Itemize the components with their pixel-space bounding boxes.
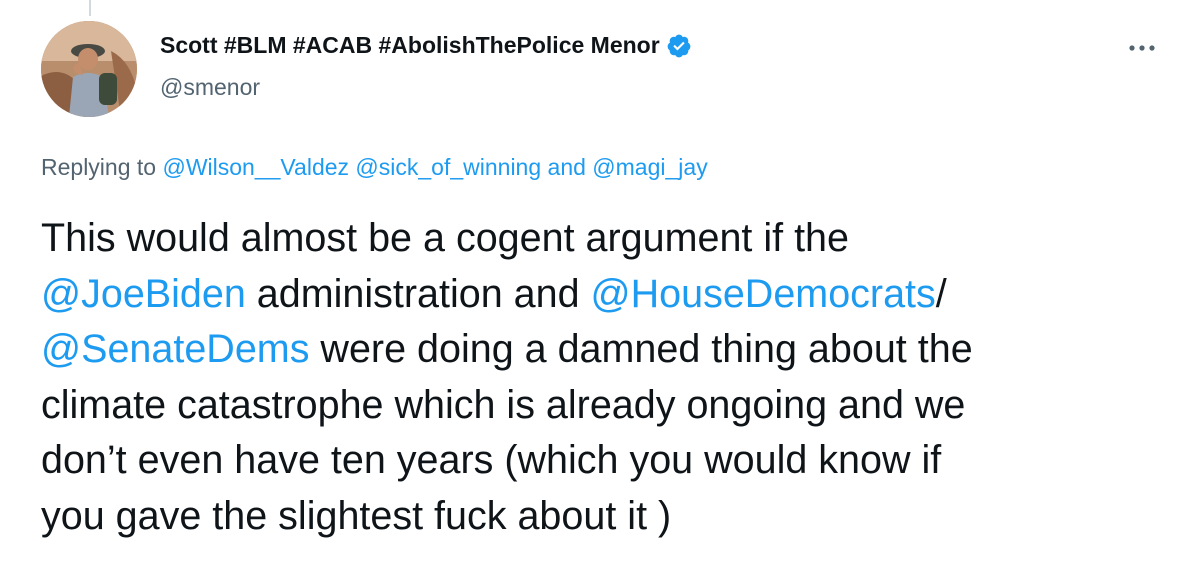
reply-mention-magi-jay[interactable]: @magi_jay [592, 154, 707, 180]
tweet-line-2: @JoeBiden administration and @HouseDemoc… [41, 267, 1161, 323]
mention-joebiden[interactable]: @JoeBiden [41, 272, 246, 316]
more-options-button[interactable] [1120, 30, 1164, 66]
replying-to-label: Replying to [41, 154, 157, 180]
mention-senatedems[interactable]: @SenateDems [41, 327, 309, 371]
tweet-line-3: @SenateDems were doing a damned thing ab… [41, 322, 1161, 378]
tweet-line-5: don’t even have ten years (which you wou… [41, 438, 942, 483]
avatar[interactable] [41, 21, 137, 117]
reply-conjunction[interactable]: and [548, 154, 586, 180]
avatar-image [41, 21, 137, 117]
reply-mention-wilson-valdez[interactable]: @Wilson__Valdez [162, 154, 349, 180]
tweet-line-2-text: administration and [245, 271, 591, 316]
tweet-line-3-text: were doing a damned thing about the [309, 327, 973, 372]
tweet-line-2-tail: / [935, 271, 947, 316]
tweet-line-4: climate catastrophe which is already ong… [41, 382, 966, 427]
tweet-line-6: you gave the slightest fuck about it ) [41, 493, 672, 538]
thread-connector-line [89, 0, 91, 16]
author-display-name[interactable]: Scott #BLM #ACAB #AbolishThePolice Menor [160, 32, 660, 59]
author-display-name-row[interactable]: Scott #BLM #ACAB #AbolishThePolice Menor [160, 32, 692, 59]
replying-to-line: Replying to @Wilson__Valdez @sick_of_win… [41, 154, 708, 181]
mention-housedemocrats[interactable]: @HouseDemocrats [591, 272, 936, 316]
reply-mention-sick-of-winning[interactable]: @sick_of_winning [355, 154, 541, 180]
verified-badge-icon [666, 33, 692, 59]
more-options-icon [1129, 45, 1155, 51]
author-handle[interactable]: @smenor [160, 74, 260, 101]
tweet-text: This would almost be a cogent argument i… [41, 211, 1161, 545]
tweet-line-1: This would almost be a cogent argument i… [41, 216, 849, 260]
